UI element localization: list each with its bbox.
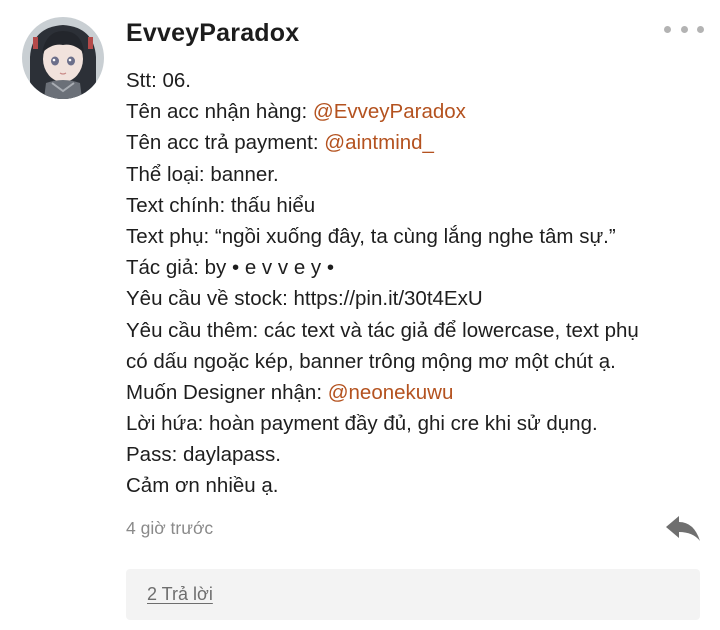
comment-text: Text chính: thấu hiểu — [126, 193, 316, 217]
comment-line: Cảm ơn nhiều ạ. — [126, 470, 711, 501]
comment-text: Pass: daylapass. — [126, 443, 281, 467]
comment-card: EvveyParadox Stt: 06. Tên acc nhận hàng: … — [0, 0, 720, 630]
comment-line: Stt: 06. — [126, 65, 711, 96]
comment-line: Tên acc nhận hàng: @EvveyParadox — [126, 96, 711, 127]
comment-text: Text phụ: “ngồi xuống đây, ta cùng lắng … — [126, 224, 616, 248]
reply-button[interactable] — [664, 514, 702, 544]
comment-line: Text phụ: “ngồi xuống đây, ta cùng lắng … — [126, 221, 711, 252]
comment-line: Yêu cầu thêm: các text và tác giả để low… — [126, 315, 711, 346]
more-dots-icon — [680, 25, 688, 33]
comment-line: Lời hứa: hoàn payment đầy đủ, ghi cre kh… — [126, 408, 711, 439]
comment-text: Lời hứa: hoàn payment đầy đủ, ghi cre kh… — [126, 412, 598, 436]
comment-line: Thể loại: banner. — [126, 159, 711, 190]
comment-body: Stt: 06. Tên acc nhận hàng: @EvveyParadox… — [126, 65, 711, 502]
comment-line: Text chính: thấu hiểu — [126, 190, 711, 221]
comment-text: Muốn Designer nhận: — [126, 380, 328, 404]
comment-text: Tác giả: by • e v v e y • — [126, 256, 335, 280]
comment-text: Thể loại: banner. — [126, 162, 279, 186]
avatar[interactable] — [22, 17, 104, 99]
comment-text: Cảm ơn nhiều ạ. — [126, 474, 279, 498]
timestamp: 4 giờ trước — [126, 518, 214, 538]
comment-line: Yêu cầu về stock: https://pin.it/30t4ExU — [126, 283, 711, 314]
view-replies-link[interactable]: 2 Trả lời — [147, 584, 213, 605]
comment-text: Yêu cầu thêm: các text và tác giả để low… — [126, 318, 639, 342]
comment-text: Tên acc nhận hàng: — [126, 100, 313, 124]
comment-line: Tác giả: by • e v v e y • — [126, 252, 711, 283]
comment-text: Yêu cầu về stock: https://pin.it/30t4ExU — [126, 287, 483, 311]
comment-line: Tên acc trả payment: @aintmind_ — [126, 127, 711, 158]
user-mention-link[interactable]: @EvveyParadox — [313, 100, 466, 123]
username[interactable]: EvveyParadox — [126, 19, 299, 48]
comment-line: Pass: daylapass. — [126, 439, 711, 470]
replies-bar[interactable]: 2 Trả lời — [126, 569, 700, 620]
more-dots-icon — [697, 25, 704, 33]
comment-line: Muốn Designer nhận: @neonekuwu — [126, 377, 711, 408]
reply-arrow-icon — [666, 516, 700, 541]
user-avatar-image — [22, 17, 104, 99]
comment-text: Tên acc trả payment: — [126, 131, 325, 155]
comment-text: có dấu ngoặc kép, banner trông mộng mơ m… — [126, 349, 616, 373]
user-mention-link[interactable]: @neonekuwu — [328, 381, 454, 404]
comment-text: Stt: 06. — [126, 69, 191, 92]
comment-line: có dấu ngoặc kép, banner trông mộng mơ m… — [126, 346, 711, 377]
more-dots-icon — [664, 25, 671, 33]
user-mention-link[interactable]: @aintmind_ — [324, 131, 434, 154]
more-options-button[interactable] — [664, 20, 704, 38]
